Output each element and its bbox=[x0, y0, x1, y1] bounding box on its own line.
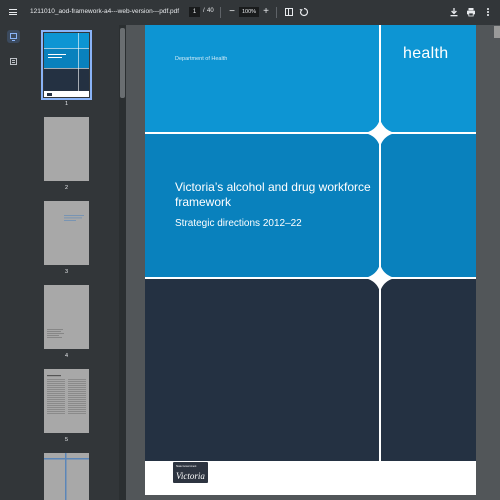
toolbar-divider bbox=[276, 7, 277, 18]
victoria-logo-text: Victoria bbox=[176, 471, 205, 481]
pdf-page-1: Department of Health health Victoria’s a… bbox=[145, 25, 476, 495]
document-title: 1211010_aod-framework-a4---web-version--… bbox=[30, 8, 180, 15]
thumbnail-scrollbar[interactable] bbox=[119, 25, 126, 500]
page-number-input[interactable]: 1 bbox=[189, 7, 200, 17]
document-scrollbar-thumb[interactable] bbox=[494, 26, 500, 38]
thumbnail-text-preview bbox=[64, 215, 84, 221]
thumbnail-page-5[interactable] bbox=[44, 369, 89, 433]
zoom-out-button[interactable]: − bbox=[227, 6, 237, 18]
thumbnail-cover-preview bbox=[44, 33, 89, 97]
outline-tab[interactable] bbox=[7, 55, 20, 68]
thumbnails-icon bbox=[10, 33, 17, 41]
minus-icon: − bbox=[229, 6, 235, 17]
department-label: Department of Health bbox=[175, 56, 228, 62]
more-vert-icon[interactable] bbox=[485, 7, 491, 17]
sidebar-rail bbox=[0, 25, 27, 500]
plus-icon: + bbox=[263, 6, 269, 17]
fit-page-icon[interactable] bbox=[285, 8, 293, 16]
page-separator: / bbox=[203, 8, 205, 14]
thumbnail-label: 2 bbox=[64, 185, 69, 191]
thumbnail-text-preview bbox=[47, 375, 86, 414]
thumbnail-label: 1 bbox=[64, 101, 69, 107]
thumbnails-tab[interactable] bbox=[7, 30, 20, 43]
total-pages: 40 bbox=[207, 8, 214, 14]
thumbnail-label: 3 bbox=[64, 269, 69, 275]
menu-icon[interactable] bbox=[8, 7, 18, 17]
document-scrollbar[interactable] bbox=[494, 25, 500, 500]
document-viewport: Department of Health health Victoria’s a… bbox=[126, 25, 500, 500]
document-main-title: Victoria’s alcohol and drug workforce fr… bbox=[175, 180, 371, 209]
thumbnail-page-3[interactable] bbox=[44, 201, 89, 265]
brand-wordmark: health bbox=[403, 45, 449, 62]
thumbnail-text-preview bbox=[47, 329, 64, 338]
thumbnail-page-4[interactable] bbox=[44, 285, 89, 349]
thumbnail-page-2[interactable] bbox=[44, 117, 89, 181]
thumbnail-label: 4 bbox=[64, 353, 69, 359]
victoria-logo-small-text: State Government bbox=[176, 465, 197, 468]
outline-icon bbox=[10, 58, 17, 65]
thumbnail-label: 5 bbox=[64, 437, 69, 443]
thumbnail-page-1[interactable] bbox=[41, 30, 92, 100]
print-icon[interactable] bbox=[466, 7, 476, 17]
viewer-toolbar: 1211010_aod-framework-a4---web-version--… bbox=[0, 0, 500, 25]
rotate-icon[interactable] bbox=[299, 7, 309, 17]
cover-artwork bbox=[145, 25, 476, 495]
download-icon[interactable] bbox=[449, 7, 459, 17]
victoria-logo: State Government Victoria bbox=[173, 462, 208, 483]
document-subtitle: Strategic directions 2012–22 bbox=[175, 218, 302, 229]
thumbnail-scrollbar-thumb[interactable] bbox=[120, 28, 125, 98]
thumbnail-preview bbox=[44, 453, 89, 500]
zoom-in-button[interactable]: + bbox=[261, 6, 271, 18]
toolbar-divider bbox=[220, 7, 221, 18]
thumbnail-page-6[interactable] bbox=[44, 453, 89, 500]
zoom-input[interactable]: 100% bbox=[239, 7, 259, 17]
thumbnail-pane: 1 2 3 4 5 bbox=[27, 25, 119, 500]
